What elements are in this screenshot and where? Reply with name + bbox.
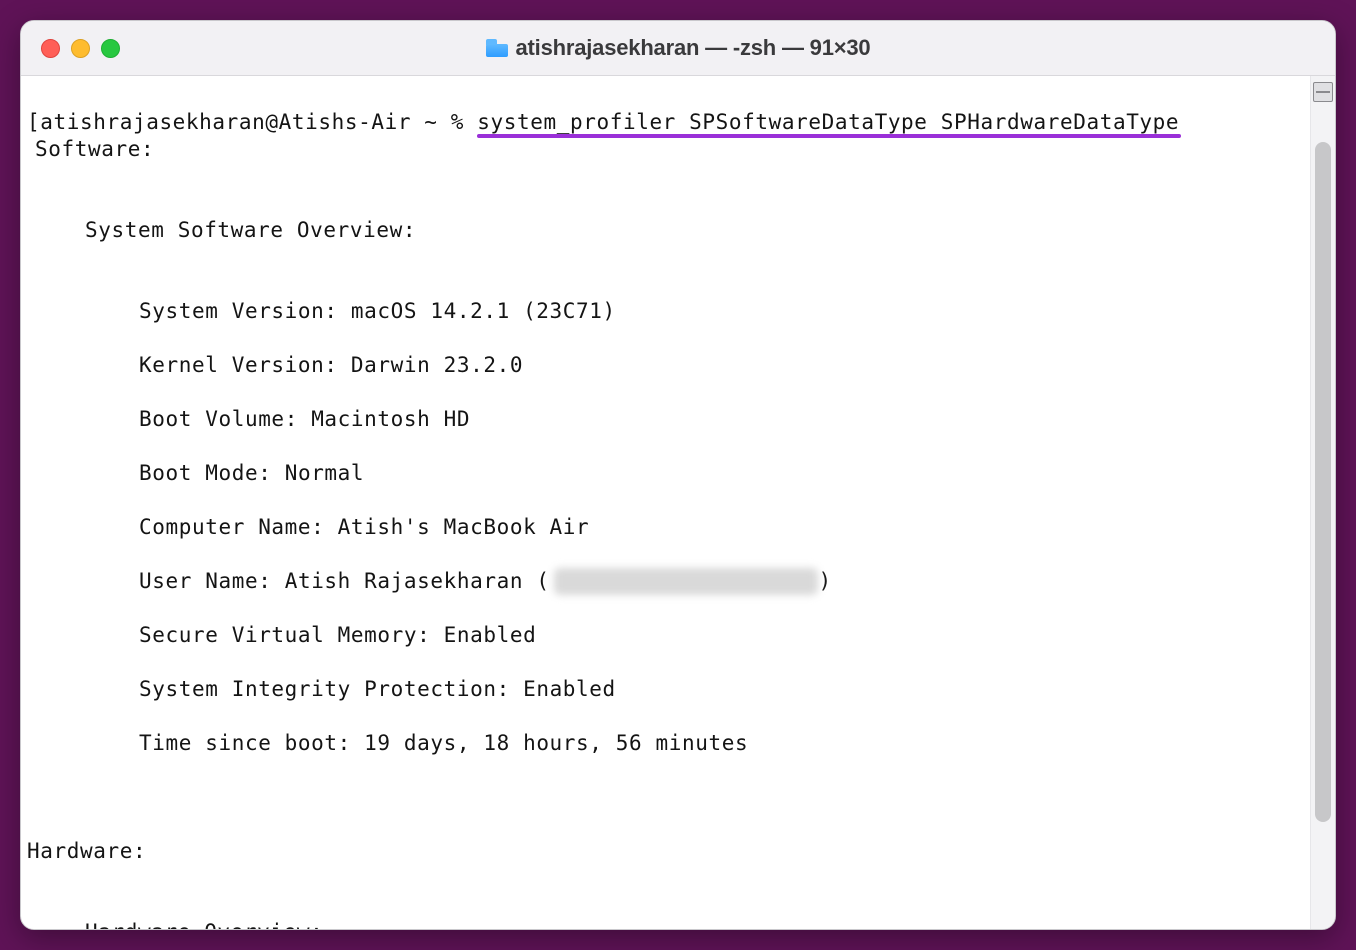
scrollbar-thumb[interactable] (1315, 142, 1331, 822)
window-title: atishrajasekharan — -zsh — 91×30 (21, 35, 1335, 61)
window-title-text: atishrajasekharan — -zsh — 91×30 (516, 35, 871, 61)
folder-icon (486, 39, 508, 57)
terminal-window: atishrajasekharan — -zsh — 91×30 [atishr… (20, 20, 1336, 930)
zoom-icon[interactable] (101, 39, 120, 58)
prompt-bracket: [ (27, 110, 40, 134)
kv-user-name: User Name: Atish Rajasekharan (xxxxxxxxx… (27, 568, 1310, 595)
kv-uptime: Time since boot: 19 days, 18 hours, 56 m… (27, 730, 1310, 757)
minimize-icon[interactable] (71, 39, 90, 58)
prompt: atishrajasekharan@Atishs-Air ~ % (40, 110, 464, 134)
kv-boot-volume: Boot Volume: Macintosh HD (27, 406, 1310, 433)
close-icon[interactable] (41, 39, 60, 58)
kv-secure-vm: Secure Virtual Memory: Enabled (27, 622, 1310, 649)
titlebar: atishrajasekharan — -zsh — 91×30 (21, 21, 1335, 76)
redacted-username: xxxxxxxxxxxxxxxxxxxx (554, 568, 819, 595)
section-hardware: Hardware: (27, 839, 146, 863)
window-controls (41, 39, 120, 58)
kv-kernel-version: Kernel Version: Darwin 23.2.0 (27, 352, 1310, 379)
scrollbar-track[interactable] (1311, 106, 1335, 929)
scrollbar-gutter (1310, 76, 1335, 929)
kv-system-version: System Version: macOS 14.2.1 (23C71) (27, 298, 1310, 325)
software-overview-heading: System Software Overview: (27, 218, 416, 242)
kv-sip: System Integrity Protection: Enabled (27, 676, 1310, 703)
command: system_profiler SPSoftwareDataType SPHar… (477, 110, 1179, 134)
terminal-body: [atishrajasekharan@Atishs-Air ~ % system… (21, 76, 1335, 929)
split-pane-icon[interactable] (1313, 82, 1333, 102)
terminal-output[interactable]: [atishrajasekharan@Atishs-Air ~ % system… (21, 76, 1310, 929)
hardware-overview-heading: Hardware Overview: (27, 920, 323, 929)
kv-boot-mode: Boot Mode: Normal (27, 460, 1310, 487)
section-software: Software: (27, 137, 154, 161)
kv-computer-name: Computer Name: Atish's MacBook Air (27, 514, 1310, 541)
